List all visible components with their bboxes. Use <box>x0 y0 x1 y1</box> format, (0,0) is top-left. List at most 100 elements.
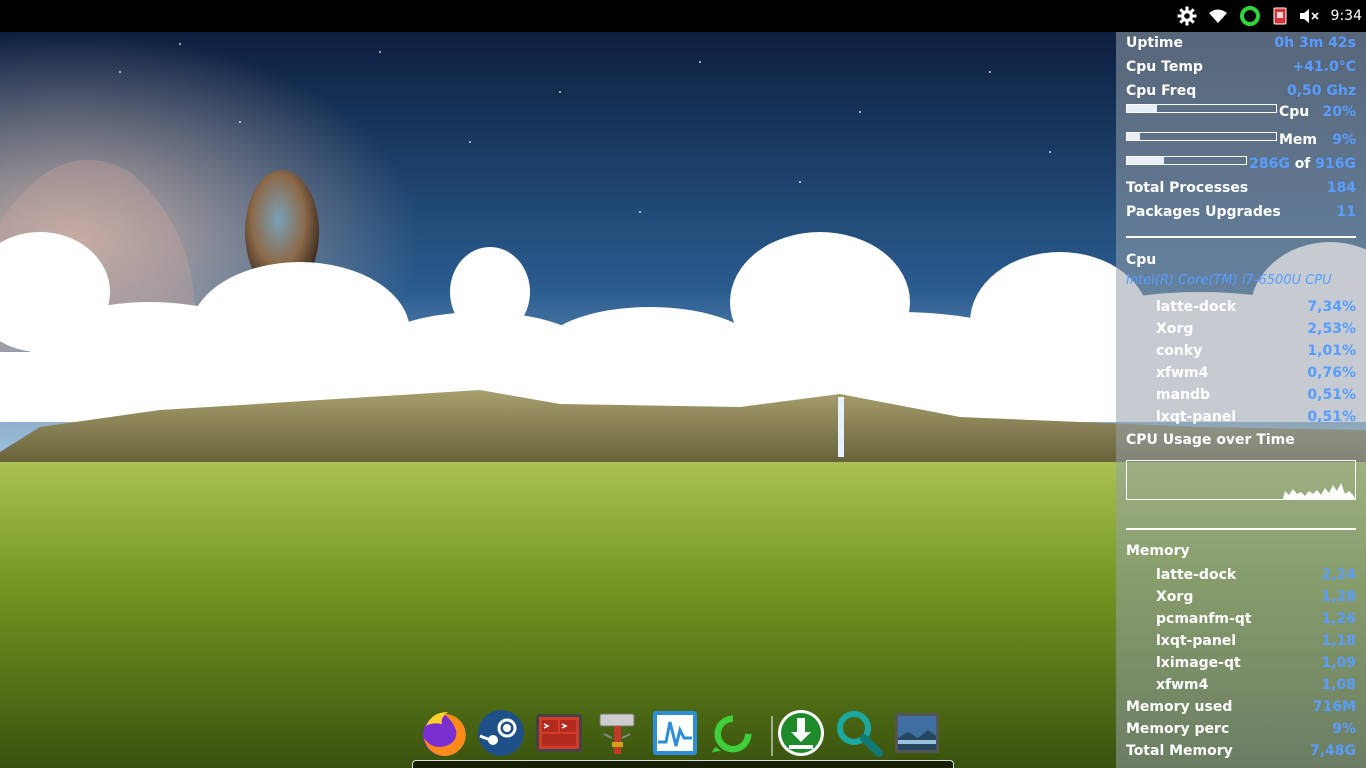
cpu-temp-value: +41.0°C <box>1292 59 1356 75</box>
process-name: lxqt-panel <box>1156 409 1237 425</box>
process-row: latte-dock 2,24 <box>1126 564 1356 586</box>
disk-used: 286G <box>1249 156 1290 172</box>
processes-value: 184 <box>1326 180 1356 196</box>
memory-section-title: Memory <box>1126 543 1190 559</box>
process-value: 1,28 <box>1321 589 1356 605</box>
cpu-temp-label: Cpu Temp <box>1126 59 1203 75</box>
clock[interactable]: 9:34 <box>1331 8 1362 24</box>
mem-bar-label: Mem <box>1279 132 1318 148</box>
conky-system-monitor: Uptime 0h 3m 42s Cpu Temp +41.0°C Cpu Fr… <box>1116 32 1366 768</box>
upgrades-value: 11 <box>1336 204 1356 220</box>
process-row: latte-dock 7,34% <box>1126 296 1356 318</box>
memory-total-value: 7,48G <box>1309 743 1356 759</box>
divider <box>1126 528 1356 530</box>
download-icon[interactable] <box>776 708 826 758</box>
green-ring-app-icon[interactable] <box>708 708 758 758</box>
ring-status-icon[interactable] <box>1239 5 1261 27</box>
upgrades-label: Packages Upgrades <box>1126 204 1281 220</box>
cpu-model: Intel(R) Core(TM) i7-6500U CPU <box>1126 273 1332 288</box>
process-value: 0,76% <box>1307 365 1356 381</box>
firefox-icon[interactable] <box>418 708 468 758</box>
process-row: Xorg 1,28 <box>1126 586 1356 608</box>
uptime-label: Uptime <box>1126 35 1183 51</box>
upgrades-row: Packages Upgrades 11 <box>1126 201 1356 223</box>
search-icon[interactable] <box>834 708 884 758</box>
disk-of: of <box>1294 156 1311 172</box>
system-tray: 9:34 <box>1177 0 1366 32</box>
process-value: 0,51% <box>1307 409 1356 425</box>
latte-dock <box>412 704 954 768</box>
process-row: xfwm4 0,76% <box>1126 362 1356 384</box>
process-row: lximage-qt 1,09 <box>1126 652 1356 674</box>
steam-icon[interactable] <box>476 708 526 758</box>
cpu-graph-title: CPU Usage over Time <box>1126 432 1295 448</box>
phone-icon[interactable] <box>1273 7 1287 25</box>
memory-total-row: Total Memory 7,48G <box>1126 740 1356 762</box>
process-row: lxqt-panel 0,51% <box>1126 406 1356 428</box>
process-name: pcmanfm-qt <box>1156 611 1252 627</box>
process-name: Xorg <box>1156 321 1194 337</box>
memory-section-title-row: Memory <box>1126 540 1356 562</box>
memory-used-row: Memory used 716M <box>1126 696 1356 718</box>
dock-background <box>412 760 954 768</box>
cpu-temp-row: Cpu Temp +41.0°C <box>1126 56 1356 78</box>
cpu-bar-value: 20% <box>1322 104 1356 120</box>
cpu-graph-title-row: CPU Usage over Time <box>1126 429 1356 451</box>
speaker-muted-icon[interactable] <box>1299 8 1319 24</box>
process-value: 1,01% <box>1307 343 1356 359</box>
process-row: mandb 0,51% <box>1126 384 1356 406</box>
mem-bar-row: Mem 9% <box>1126 129 1356 151</box>
divider <box>1126 236 1356 238</box>
process-name: Xorg <box>1156 589 1194 605</box>
process-name: lximage-qt <box>1156 655 1241 671</box>
cpu-bar-row: Cpu 20% <box>1126 101 1356 123</box>
cpu-freq-row: Cpu Freq 0,50 Ghz <box>1126 80 1356 102</box>
process-name: conky <box>1156 343 1203 359</box>
process-name: xfwm4 <box>1156 677 1209 693</box>
process-row: xfwm4 1,08 <box>1126 674 1356 696</box>
process-name: latte-dock <box>1156 299 1237 315</box>
image-viewer-icon[interactable] <box>892 708 942 758</box>
process-value: 7,34% <box>1307 299 1356 315</box>
cpu-section-title-row: Cpu <box>1126 249 1356 271</box>
processes-label: Total Processes <box>1126 180 1249 196</box>
process-row: Xorg 2,53% <box>1126 318 1356 340</box>
process-value: 2,53% <box>1307 321 1356 337</box>
disk-usage-text: 286G of 916G <box>1249 153 1356 175</box>
terminal-icon[interactable] <box>534 708 584 758</box>
process-value: 1,09 <box>1321 655 1356 671</box>
gear-icon[interactable] <box>1177 6 1197 26</box>
mem-bar-value: 9% <box>1332 132 1356 148</box>
memory-total-label: Total Memory <box>1126 743 1233 759</box>
cpu-freq-label: Cpu Freq <box>1126 83 1197 99</box>
process-value: 2,24 <box>1321 567 1356 583</box>
cpu-freq-value: 0,50 Ghz <box>1286 83 1356 99</box>
process-name: mandb <box>1156 387 1211 403</box>
system-monitor-icon[interactable] <box>650 708 700 758</box>
memory-perc-label: Memory perc <box>1126 721 1230 737</box>
wifi-icon[interactable] <box>1208 9 1227 23</box>
process-row: pcmanfm-qt 1,26 <box>1126 608 1356 630</box>
process-value: 1,18 <box>1321 633 1356 649</box>
process-row: conky 1,01% <box>1126 340 1356 362</box>
cpu-section-title: Cpu <box>1126 252 1157 268</box>
process-value: 1,26 <box>1321 611 1356 627</box>
process-name: xfwm4 <box>1156 365 1209 381</box>
cpu-usage-graph <box>1126 460 1356 500</box>
processes-row: Total Processes 184 <box>1126 177 1356 199</box>
process-name: lxqt-panel <box>1156 633 1237 649</box>
memory-used-value: 716M <box>1312 699 1356 715</box>
process-name: latte-dock <box>1156 567 1237 583</box>
process-value: 0,51% <box>1307 387 1356 403</box>
hammer-build-icon[interactable] <box>592 708 642 758</box>
process-row: lxqt-panel 1,18 <box>1126 630 1356 652</box>
memory-perc-value: 9% <box>1332 721 1356 737</box>
memory-used-label: Memory used <box>1126 699 1233 715</box>
memory-perc-row: Memory perc 9% <box>1126 718 1356 740</box>
disk-total: 916G <box>1315 156 1356 172</box>
uptime-value: 0h 3m 42s <box>1274 35 1356 51</box>
process-value: 1,08 <box>1321 677 1356 693</box>
uptime-row: Uptime 0h 3m 42s <box>1126 32 1356 54</box>
dock-separator <box>771 716 773 756</box>
top-panel: 9:34 <box>0 0 1366 32</box>
